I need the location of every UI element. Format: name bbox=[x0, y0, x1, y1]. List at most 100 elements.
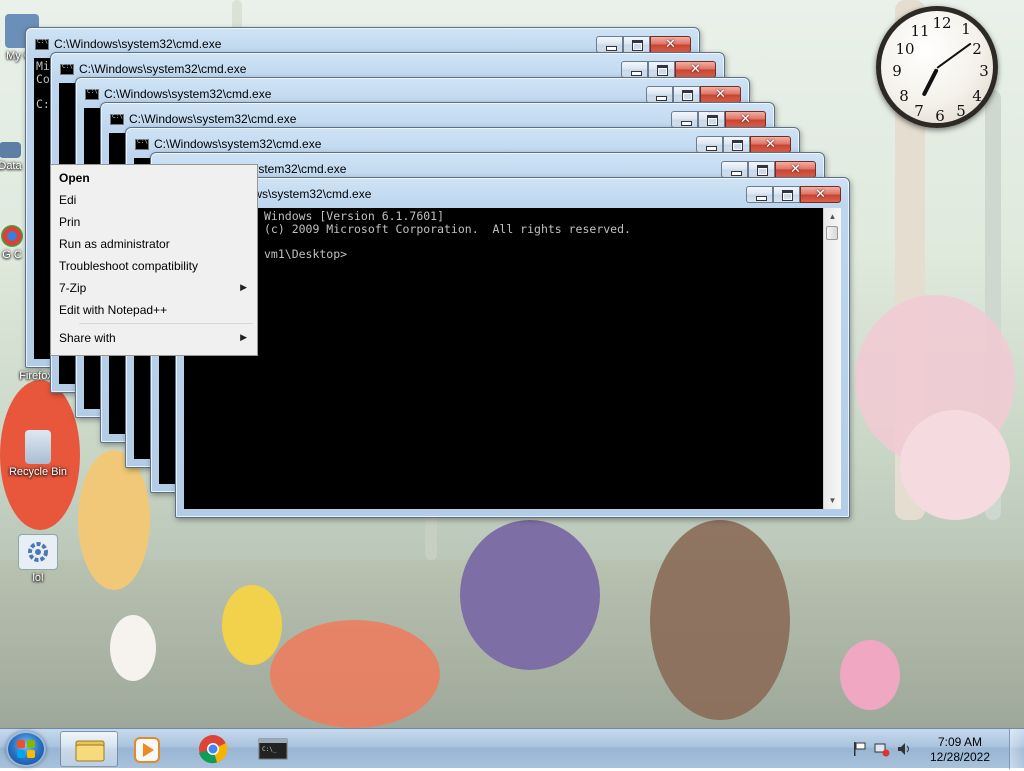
maximize-button[interactable] bbox=[748, 161, 775, 178]
window-title: C:\Windows\system32\cmd.exe bbox=[54, 37, 222, 51]
close-button[interactable]: ✕ bbox=[700, 86, 741, 103]
clock-gadget[interactable]: 12 1 2 3 4 5 6 7 8 9 10 11 bbox=[876, 6, 998, 128]
desktop-icon-label: Data bbox=[0, 160, 22, 172]
taskbar-explorer-button[interactable] bbox=[60, 731, 118, 767]
minimize-icon bbox=[756, 196, 767, 201]
wallpaper-bird bbox=[222, 585, 282, 665]
clock-numeral: 8 bbox=[899, 87, 909, 105]
context-menu-item[interactable]: Troubleshoot compatibility bbox=[59, 259, 198, 273]
clock-numeral: 12 bbox=[932, 14, 952, 32]
minimize-button[interactable] bbox=[746, 186, 773, 203]
console-area[interactable]: Windows [Version 6.1.7601] (c) 2009 Micr… bbox=[184, 208, 841, 509]
wallpaper-pink-plant bbox=[900, 410, 1010, 520]
folder-icon bbox=[75, 740, 105, 762]
maximize-button[interactable] bbox=[698, 111, 725, 128]
clock-numeral: 9 bbox=[892, 62, 902, 80]
action-center-flag-icon[interactable] bbox=[852, 741, 868, 757]
desktop-icon-label: lol bbox=[32, 572, 44, 584]
clock-numeral: 5 bbox=[956, 102, 966, 120]
tray-date: 12/28/2022 bbox=[929, 750, 991, 764]
close-button[interactable]: ✕ bbox=[800, 186, 841, 203]
cmd-app-icon bbox=[110, 113, 124, 125]
window-controls: ✕ bbox=[746, 186, 841, 204]
console-scrollbar[interactable]: ▲ ▼ bbox=[823, 208, 841, 509]
context-menu-item[interactable]: 7-Zip bbox=[59, 281, 86, 295]
minimize-icon bbox=[606, 46, 617, 51]
close-icon: ✕ bbox=[740, 112, 751, 127]
maximize-icon bbox=[782, 190, 793, 201]
close-icon: ✕ bbox=[815, 187, 826, 202]
maximize-button[interactable] bbox=[623, 36, 650, 53]
cmd-window-active[interactable]: C:\Windows\system32\cmd.exe ✕ Windows [V… bbox=[175, 177, 850, 518]
start-button[interactable] bbox=[6, 731, 46, 767]
minimize-button[interactable] bbox=[646, 86, 673, 103]
chrome-icon bbox=[199, 735, 228, 764]
window-title: C:\Windows\system32\cmd.exe bbox=[79, 62, 247, 76]
context-menu-item[interactable]: Edi bbox=[59, 193, 76, 207]
show-desktop-button[interactable] bbox=[1009, 729, 1024, 769]
settings-icon bbox=[18, 534, 58, 570]
wallpaper-character bbox=[650, 520, 790, 720]
minimize-button[interactable] bbox=[721, 161, 748, 178]
close-icon: ✕ bbox=[715, 87, 726, 102]
minimize-button[interactable] bbox=[696, 136, 723, 153]
network-icon[interactable] bbox=[874, 741, 890, 757]
clock-numeral: 3 bbox=[979, 62, 989, 80]
taskbar-chrome-button[interactable] bbox=[184, 731, 242, 767]
maximize-icon bbox=[632, 40, 643, 51]
clock-numeral: 6 bbox=[935, 107, 945, 125]
cmd-app-icon bbox=[135, 138, 149, 150]
close-button[interactable]: ✕ bbox=[675, 61, 716, 78]
window-title: C:\Windows\system32\cmd.exe bbox=[129, 112, 297, 126]
desktop-icon-lol[interactable]: lol bbox=[8, 534, 68, 584]
context-menu-item[interactable]: Run as administrator bbox=[59, 237, 170, 251]
clock-numeral: 10 bbox=[895, 40, 915, 58]
maximize-icon bbox=[682, 90, 693, 101]
maximize-icon bbox=[732, 140, 743, 151]
desktop-icon-label: Recycle Bin bbox=[8, 466, 68, 478]
maximize-button[interactable] bbox=[773, 186, 800, 203]
recycle-bin-icon bbox=[25, 430, 51, 464]
chrome-icon bbox=[1, 225, 23, 247]
close-button[interactable]: ✕ bbox=[750, 136, 791, 153]
maximize-button[interactable] bbox=[723, 136, 750, 153]
minimize-button[interactable] bbox=[596, 36, 623, 53]
context-menu-item[interactable]: Share with bbox=[59, 331, 116, 345]
submenu-arrow-icon: ▶ bbox=[240, 282, 247, 292]
context-menu-item[interactable]: Open bbox=[59, 171, 90, 185]
tray-clock[interactable]: 7:09 AM 12/28/2022 bbox=[920, 735, 1000, 765]
taskbar-cmd-button[interactable]: C:\_ bbox=[244, 731, 302, 767]
close-button[interactable]: ✕ bbox=[725, 111, 766, 128]
scroll-up-arrow-icon[interactable]: ▲ bbox=[824, 208, 841, 225]
taskbar-media-player-button[interactable] bbox=[118, 731, 176, 767]
minimize-icon bbox=[731, 171, 742, 176]
maximize-icon bbox=[657, 65, 668, 76]
minimize-icon bbox=[681, 121, 692, 126]
maximize-button[interactable] bbox=[673, 86, 700, 103]
console-text: Windows [Version 6.1.7601] (c) 2009 Micr… bbox=[264, 210, 631, 260]
scroll-thumb[interactable] bbox=[826, 226, 838, 240]
desktop-icon-label: G C bbox=[2, 249, 22, 261]
scroll-down-arrow-icon[interactable]: ▼ bbox=[824, 492, 841, 509]
minimize-button[interactable] bbox=[671, 111, 698, 128]
minimize-button[interactable] bbox=[621, 61, 648, 78]
desktop-icon-label: Firefox bbox=[19, 370, 53, 382]
desktop-icon-recycle-bin[interactable]: Recycle Bin bbox=[8, 430, 68, 478]
close-button[interactable]: ✕ bbox=[775, 161, 816, 178]
wallpaper-matryoshka-doll bbox=[78, 450, 150, 590]
wallpaper-bird bbox=[110, 615, 156, 681]
volume-icon[interactable] bbox=[896, 741, 912, 757]
minimize-icon bbox=[656, 96, 667, 101]
close-icon: ✕ bbox=[690, 62, 701, 77]
close-button[interactable]: ✕ bbox=[650, 36, 691, 53]
taskbar: C:\_ 7:09 AM 12/28/2022 bbox=[0, 728, 1024, 769]
media-player-icon bbox=[134, 737, 160, 763]
maximize-icon bbox=[707, 115, 718, 126]
wallpaper-character bbox=[460, 520, 600, 670]
context-menu-item[interactable]: Prin bbox=[59, 215, 80, 229]
context-menu-item[interactable]: Edit with Notepad++ bbox=[59, 303, 167, 317]
window-title: C:\Windows\system32\cmd.exe bbox=[154, 137, 322, 151]
clock-numeral: 11 bbox=[910, 22, 930, 40]
maximize-button[interactable] bbox=[648, 61, 675, 78]
tray-time: 7:09 AM bbox=[937, 735, 983, 749]
